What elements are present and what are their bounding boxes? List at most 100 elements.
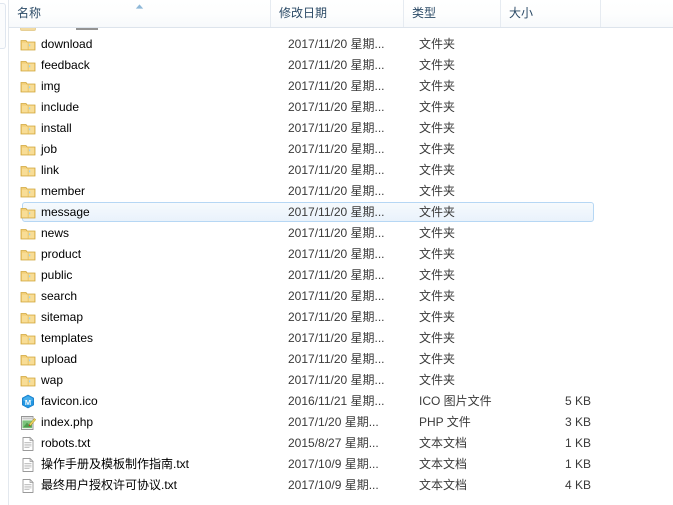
file-list-row[interactable]: public 2017/11/20 星期... 文件夹 [9, 265, 673, 286]
folder-icon [20, 100, 36, 116]
file-list-row[interactable]: sitemap 2017/11/20 星期... 文件夹 [9, 307, 673, 328]
file-list-row[interactable]: wap 2017/11/20 星期... 文件夹 [9, 370, 673, 391]
file-size-cell [500, 76, 600, 97]
file-type-cell: 文件夹 [419, 58, 456, 72]
folder-icon [20, 352, 36, 368]
file-list-row[interactable]: message 2017/11/20 星期... 文件夹 [9, 202, 673, 223]
file-list-row[interactable]: include 2017/11/20 星期... 文件夹 [9, 97, 673, 118]
file-list-row[interactable]: index.php 2017/1/20 星期... PHP 文件 3 KB [9, 412, 673, 433]
date-modified-cell: 2017/11/20 星期... [288, 352, 385, 366]
file-size-cell [500, 349, 600, 370]
text-file-icon [20, 457, 36, 473]
file-type-cell: ICO 图片文件 [419, 394, 492, 408]
file-type-cell: 文件夹 [419, 226, 456, 240]
folder-icon [20, 289, 36, 305]
file-list-row[interactable]: feedback 2017/11/20 星期... 文件夹 [9, 55, 673, 76]
file-name-cell: 操作手册及模板制作指南.txt [41, 457, 190, 471]
file-size-cell [500, 160, 600, 181]
column-header-label: 大小 [509, 6, 534, 20]
file-name-cell: search [41, 289, 78, 303]
file-list-row[interactable]: 最终用户授权许可协议.txt 2017/10/9 星期... 文本文档 4 KB [9, 475, 673, 496]
column-header-date_modified[interactable]: 修改日期 [270, 0, 403, 27]
date-modified-cell: 2017/11/20 星期... [288, 373, 385, 387]
date-modified-cell: 2017/11/20 星期... [288, 142, 385, 156]
folder-icon [20, 79, 36, 95]
date-modified-cell: 2017/11/20 星期... [288, 184, 385, 198]
file-type-cell: 文本文档 [419, 478, 468, 492]
column-header-filler[interactable] [600, 0, 673, 27]
file-type-cell: 文件夹 [419, 142, 456, 156]
date-modified-cell: 2017/1/20 星期... [288, 415, 379, 429]
file-list-row[interactable]: search 2017/11/20 星期... 文件夹 [9, 286, 673, 307]
file-list-row[interactable]: upload 2017/11/20 星期... 文件夹 [9, 349, 673, 370]
date-modified-cell: 2017/11/20 星期... [288, 58, 385, 72]
file-list-row[interactable]: product 2017/11/20 星期... 文件夹 [9, 244, 673, 265]
file-list-row[interactable]: robots.txt 2015/8/27 星期... 文本文档 1 KB [9, 433, 673, 454]
file-size-cell [500, 307, 600, 328]
file-name-cell: install [41, 121, 72, 135]
date-modified-cell: 2017/10/9 星期... [288, 457, 379, 471]
folder-icon [20, 58, 36, 74]
date-modified-cell: 2017/11/20 星期... [288, 310, 385, 324]
file-list-row[interactable]: install 2017/11/20 星期... 文件夹 [9, 118, 673, 139]
date-modified-cell: 2017/11/20 星期... [288, 100, 385, 114]
file-size-cell [500, 370, 600, 391]
column-header-row: 名称 修改日期 类型 大小 [9, 0, 673, 28]
folder-icon [20, 247, 36, 263]
file-size-cell [500, 55, 600, 76]
file-type-cell: 文件夹 [419, 205, 456, 219]
file-type-cell: 文本文档 [419, 436, 468, 450]
file-name-cell: img [41, 79, 61, 93]
scroll-thumb-remnant[interactable] [0, 3, 6, 49]
file-list-row[interactable]: templates 2017/11/20 星期... 文件夹 [9, 328, 673, 349]
svg-text:M: M [25, 398, 31, 407]
file-type-cell: 文件夹 [419, 184, 456, 198]
file-size-cell [500, 202, 600, 223]
file-size-cell [500, 265, 600, 286]
file-name-cell: product [41, 247, 82, 261]
column-header-label: 修改日期 [279, 6, 328, 20]
column-header-name[interactable]: 名称 [9, 0, 270, 27]
folder-icon [20, 226, 36, 242]
file-list-row[interactable]: member 2017/11/20 星期... 文件夹 [9, 181, 673, 202]
date-modified-cell: 2017/11/20 星期... [288, 163, 385, 177]
date-modified-cell: 2016/11/21 星期... [288, 394, 385, 408]
file-size-cell: 3 KB [564, 415, 591, 429]
file-name-cell: index.php [41, 415, 94, 429]
file-list-row[interactable]: link 2017/11/20 星期... 文件夹 [9, 160, 673, 181]
file-size-cell [500, 34, 600, 55]
php-file-icon [20, 415, 36, 431]
file-type-cell: 文本文档 [419, 457, 468, 471]
file-type-cell: PHP 文件 [419, 415, 471, 429]
folder-icon [20, 121, 36, 137]
folder-icon [20, 331, 36, 347]
file-type-cell: 文件夹 [419, 373, 456, 387]
file-name-cell: sitemap [41, 310, 84, 324]
file-list-row[interactable]: download 2017/11/20 星期... 文件夹 [9, 34, 673, 55]
column-header-size[interactable]: 大小 [500, 0, 600, 27]
file-name-cell: download [41, 37, 93, 51]
folder-icon [20, 373, 36, 389]
column-header-type[interactable]: 类型 [403, 0, 500, 27]
folder-icon [20, 37, 36, 53]
file-type-cell: 文件夹 [419, 289, 456, 303]
file-type-cell: 文件夹 [419, 352, 456, 366]
date-modified-cell: 2017/11/20 星期... [288, 268, 385, 282]
column-header-label: 类型 [412, 6, 437, 20]
file-list-row[interactable]: news 2017/11/20 星期... 文件夹 [9, 223, 673, 244]
file-name-cell: include [41, 100, 80, 114]
file-size-cell [500, 286, 600, 307]
file-name-cell: message [41, 205, 90, 219]
file-list-row[interactable]: 操作手册及模板制作指南.txt 2017/10/9 星期... 文本文档 1 KB [9, 454, 673, 475]
file-list-row[interactable]: job 2017/11/20 星期... 文件夹 [9, 139, 673, 160]
clipped-row-label [76, 28, 98, 30]
folder-icon [20, 268, 36, 284]
file-name-cell: member [41, 184, 86, 198]
file-list-body[interactable]: download 2017/11/20 星期... 文件夹 feedback 2017/… [9, 28, 673, 505]
file-size-cell: 1 KB [564, 436, 591, 450]
file-list-row[interactable]: img 2017/11/20 星期... 文件夹 [9, 76, 673, 97]
file-list-row[interactable]: Mfavicon.ico 2016/11/21 星期... ICO 图片文件 5 KB [9, 391, 673, 412]
date-modified-cell: 2017/10/9 星期... [288, 478, 379, 492]
date-modified-cell: 2015/8/27 星期... [288, 436, 379, 450]
date-modified-cell: 2017/11/20 星期... [288, 37, 385, 51]
